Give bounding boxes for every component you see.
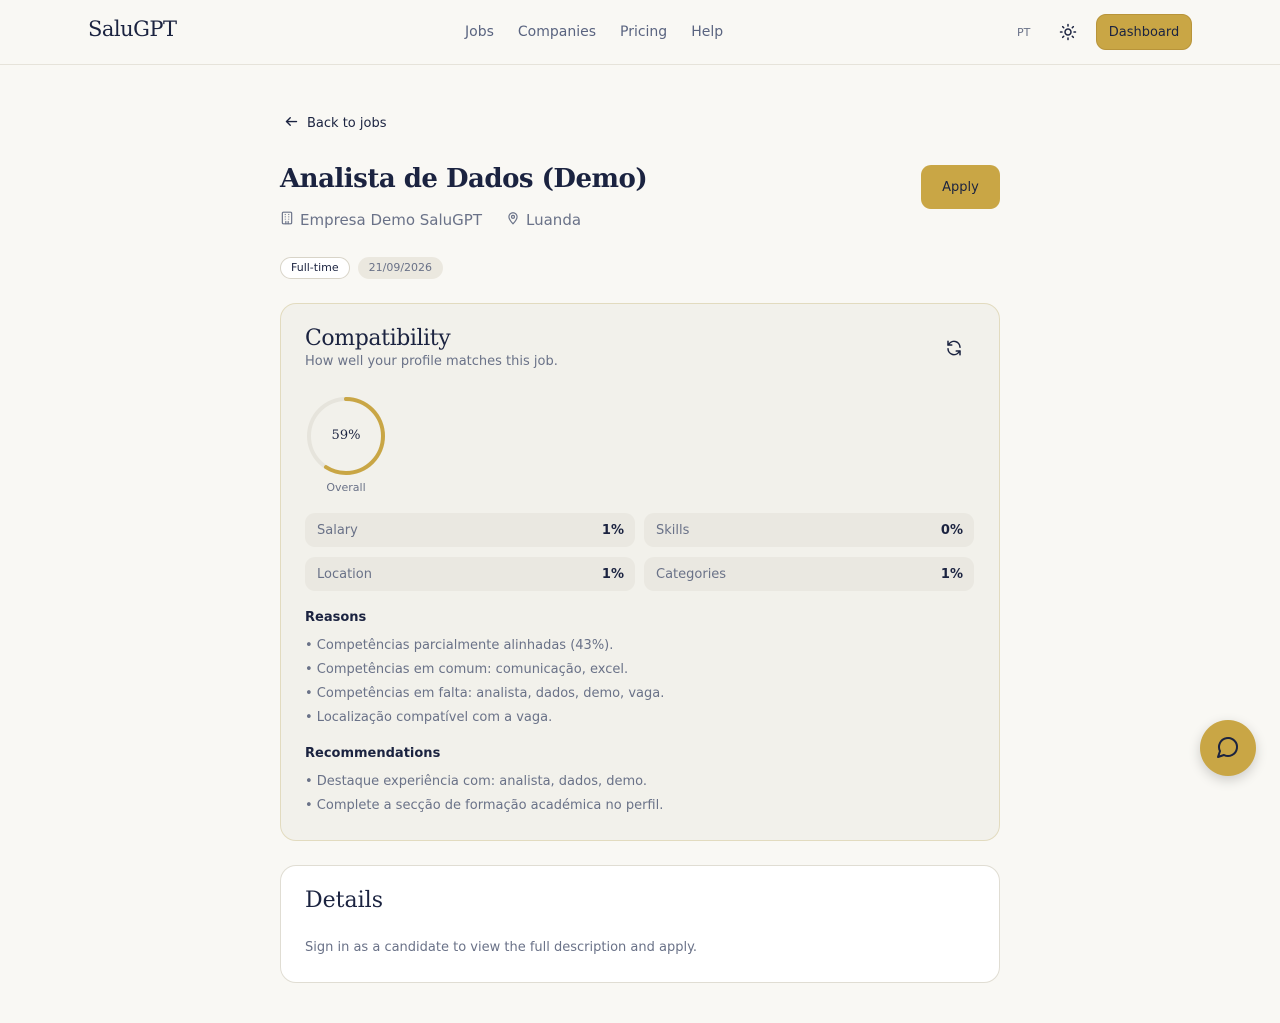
nav-companies[interactable]: Companies <box>518 24 596 40</box>
employment-type-badge: Full-time <box>280 257 350 279</box>
metric-label: Skills <box>656 522 690 538</box>
sun-icon[interactable] <box>1059 23 1077 41</box>
overall-score-label: Overall <box>326 481 366 494</box>
metric-skills: Skills 0% <box>644 513 974 547</box>
job-location: Luanda <box>526 211 582 229</box>
compatibility-subtitle: How well your profile matches this job. <box>305 354 558 369</box>
list-item: • Destaque experiência com: analista, da… <box>305 774 648 789</box>
nav-help[interactable]: Help <box>691 24 723 40</box>
details-title: Details <box>305 888 383 913</box>
compatibility-title: Compatibility <box>305 326 451 351</box>
list-item: • Competências em comum: comunicação, ex… <box>305 662 629 677</box>
map-pin-icon <box>506 211 520 229</box>
nav-pricing[interactable]: Pricing <box>620 24 667 40</box>
compatibility-card: Compatibility How well your profile matc… <box>280 303 1000 841</box>
details-text: Sign in as a candidate to view the full … <box>305 940 698 955</box>
metric-value: 1% <box>601 522 624 538</box>
details-card: Details Sign in as a candidate to view t… <box>280 865 1000 983</box>
metric-categories: Categories 1% <box>644 557 974 591</box>
arrow-left-icon <box>284 114 299 133</box>
job-title: Analista de Dados (Demo) <box>280 164 648 194</box>
apply-button[interactable]: Apply <box>921 165 1000 209</box>
metric-location: Location 1% <box>305 557 635 591</box>
list-item: • Complete a secção de formação académic… <box>305 798 664 813</box>
recommendations-list: • Destaque experiência com: analista, da… <box>305 770 663 818</box>
metric-label: Location <box>317 566 372 582</box>
date-badge: 21/09/2026 <box>357 257 444 279</box>
list-item: • Competências em falta: analista, dados… <box>305 686 665 701</box>
overall-score-value: 59% <box>331 428 361 443</box>
back-to-jobs-link[interactable]: Back to jobs <box>284 114 386 133</box>
metric-value: 1% <box>940 566 963 582</box>
list-item: • Competências parcialmente alinhadas (4… <box>305 638 614 653</box>
metric-salary: Salary 1% <box>305 513 635 547</box>
building-icon <box>280 211 294 229</box>
chat-button[interactable] <box>1200 720 1256 776</box>
nav-jobs[interactable]: Jobs <box>465 24 494 40</box>
metric-value: 1% <box>601 566 624 582</box>
job-tags: Full-time 21/09/2026 <box>280 257 444 279</box>
metric-label: Categories <box>656 566 727 582</box>
dashboard-button[interactable]: Dashboard <box>1096 14 1192 50</box>
recommendations-heading: Recommendations <box>305 746 441 761</box>
metric-value: 0% <box>940 522 963 538</box>
main-nav: Jobs Companies Pricing Help <box>465 24 723 40</box>
reasons-heading: Reasons <box>305 610 367 625</box>
brand-logo[interactable]: SaluGPT <box>88 17 177 41</box>
reasons-list: • Competências parcialmente alinhadas (4… <box>305 634 664 730</box>
language-toggle[interactable]: PT <box>1017 26 1030 39</box>
metric-label: Salary <box>317 522 358 538</box>
back-label: Back to jobs <box>307 116 387 131</box>
chat-bubble-icon <box>1216 735 1240 762</box>
job-meta: Empresa Demo SaluGPT Luanda <box>280 211 581 229</box>
company-name[interactable]: Empresa Demo SaluGPT <box>300 211 482 229</box>
refresh-icon[interactable] <box>945 339 965 359</box>
list-item: • Localização compatível com a vaga. <box>305 710 553 725</box>
top-header: SaluGPT Jobs Companies Pricing Help PT D… <box>0 0 1280 65</box>
